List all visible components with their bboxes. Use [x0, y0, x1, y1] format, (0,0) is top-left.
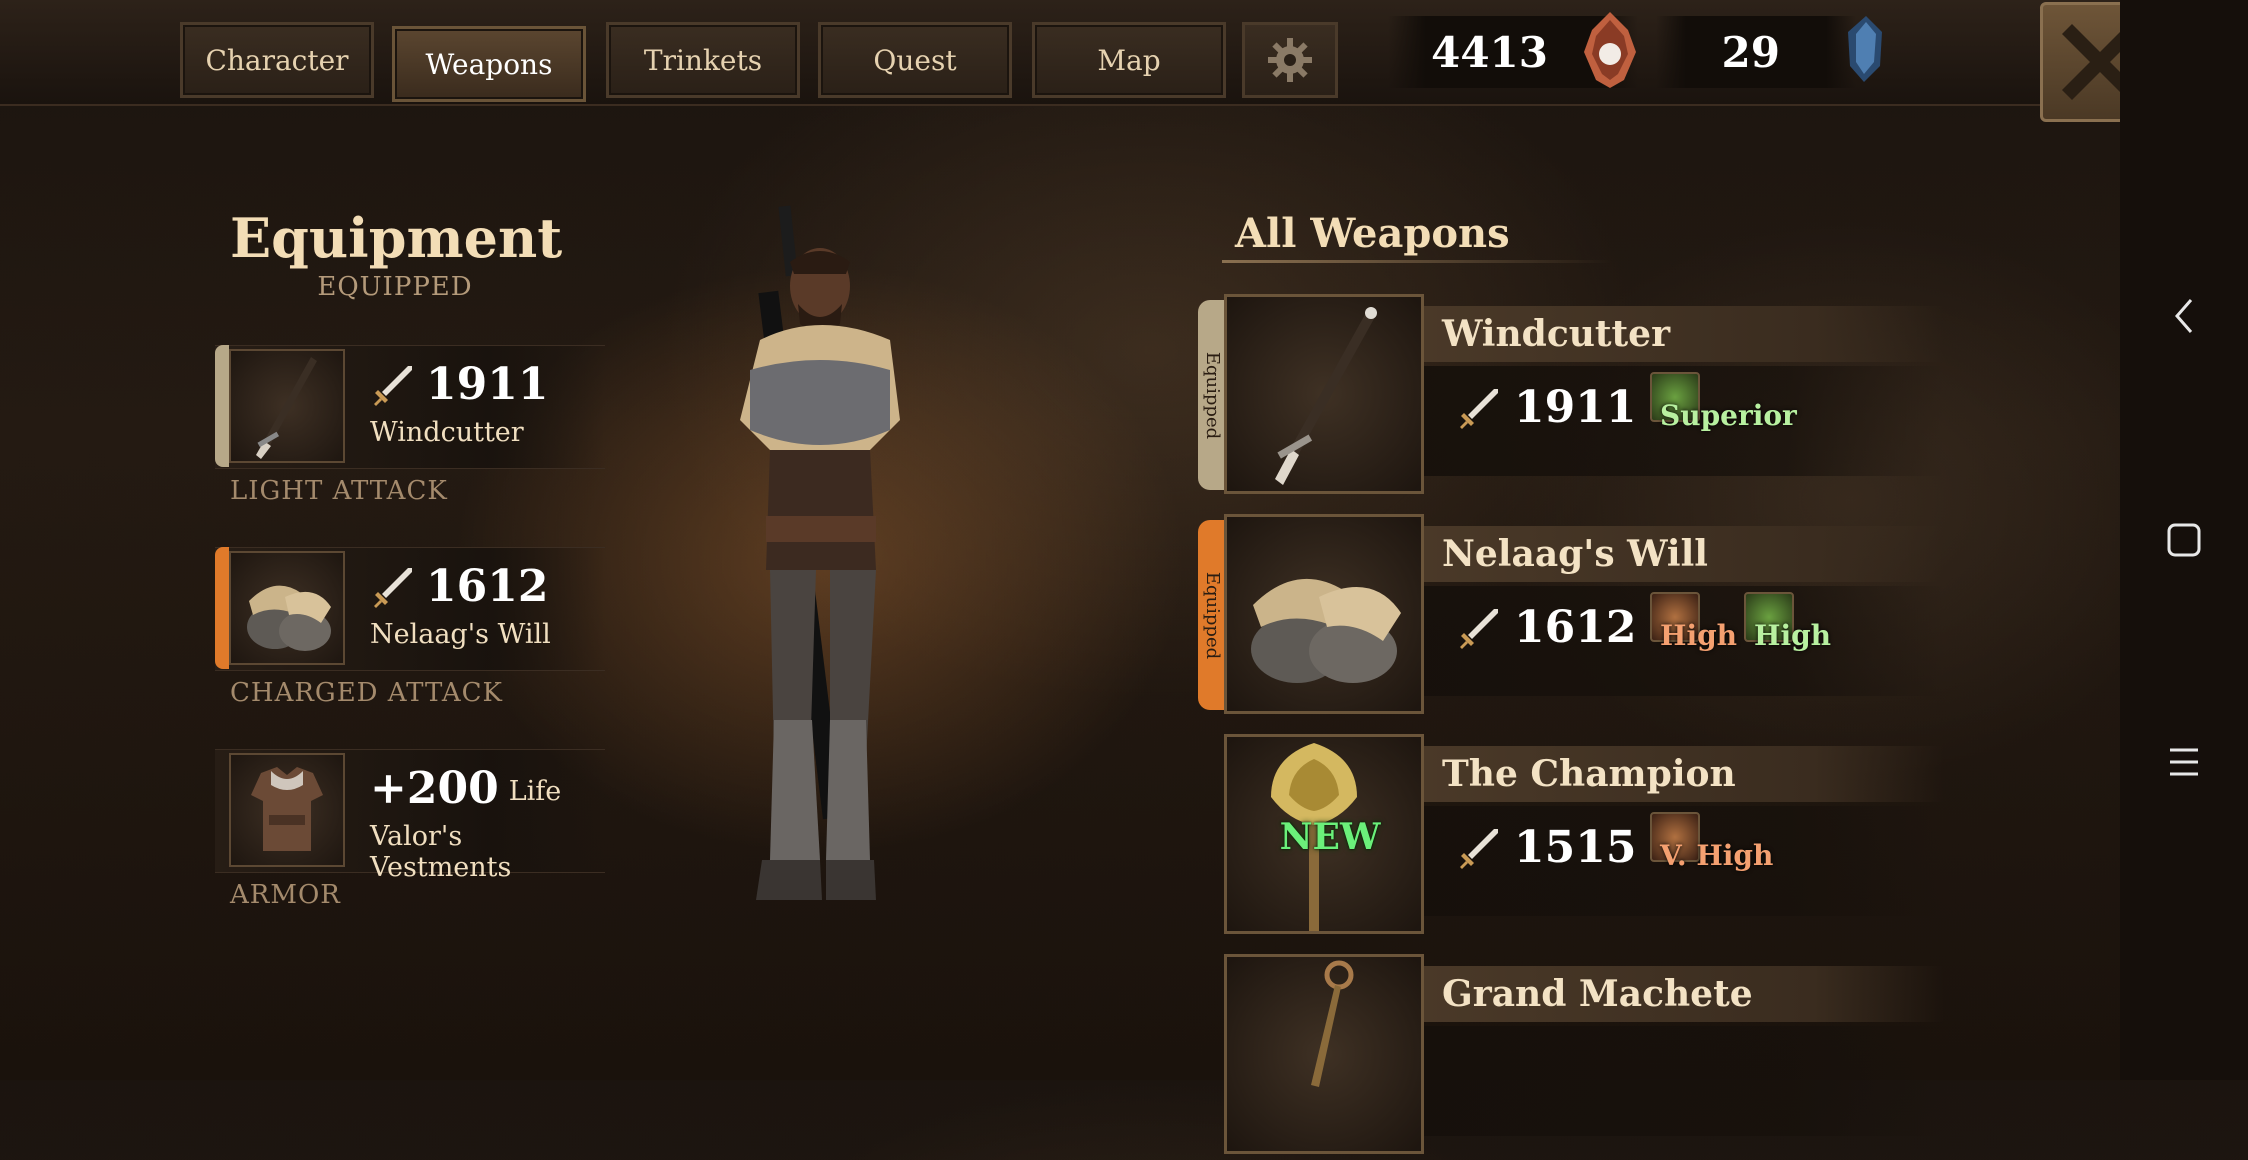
gauntlets-icon — [1251, 578, 1401, 683]
weapon-name: The Champion — [1424, 746, 1944, 802]
tab-character[interactable]: Character — [180, 22, 374, 98]
back-icon — [2175, 299, 2193, 333]
home-icon — [2167, 523, 2201, 557]
perk-text: High — [1754, 619, 1832, 652]
weapon-stat-bar — [1424, 1026, 1944, 1136]
tab-trinkets[interactable]: Trinkets — [606, 22, 800, 98]
settings-button[interactable] — [1242, 22, 1338, 98]
gauntlets-icon — [247, 585, 331, 651]
weapon-power: 1515 — [1456, 822, 1636, 873]
katana-icon — [256, 357, 317, 459]
life-suffix: Life — [508, 776, 562, 807]
equipped-tag-tan — [215, 345, 229, 467]
menu-icon — [2170, 748, 2198, 776]
equipment-slot-light-attack[interactable]: 1911 Windcutter — [215, 345, 605, 469]
weapon-name: Grand Machete — [1424, 966, 1944, 1022]
currency-value: 29 — [1721, 27, 1780, 77]
all-weapons-title: All Weapons — [1235, 210, 1510, 257]
blue-crystal-icon — [1848, 16, 1882, 82]
new-badge: NEW — [1279, 816, 1381, 858]
recents-button[interactable] — [2120, 722, 2248, 802]
equipment-title: Equipment — [230, 206, 563, 270]
perk-text: V. High — [1660, 839, 1774, 872]
nelaags-will-thumbnail — [229, 551, 345, 665]
weapon-name: Nelaag's Will — [1424, 526, 1944, 582]
home-button[interactable] — [2120, 500, 2248, 580]
perk-high-claw: High — [1650, 592, 1737, 652]
back-button[interactable] — [2120, 276, 2248, 356]
soul-gem-icon — [1584, 12, 1636, 88]
tab-label: Map — [1097, 43, 1161, 77]
weapon-card-windcutter[interactable]: Equipped Windcutter 1911 Superior — [1198, 294, 1958, 500]
slot-life-bonus: +200 Life — [370, 763, 562, 814]
sword-icon — [1460, 388, 1498, 429]
gear-icon — [1268, 38, 1312, 82]
nelaags-will-thumbnail — [1224, 514, 1424, 714]
tab-label: Weapons — [425, 47, 553, 81]
equipment-subtitle: EQUIPPED — [317, 272, 473, 302]
perk-text: Superior — [1660, 399, 1797, 432]
weapon-power: 1612 — [1456, 602, 1636, 653]
currency-value: 4413 — [1431, 27, 1548, 77]
sword-icon — [374, 567, 412, 608]
sword-icon — [374, 365, 412, 406]
machete-icon — [1311, 960, 1354, 1087]
tab-label: Quest — [873, 43, 957, 77]
katana-icon — [1275, 307, 1377, 485]
weapon-power: 1911 — [1456, 382, 1636, 433]
perk-superior: Superior — [1650, 372, 1797, 432]
hero-character — [740, 205, 900, 900]
tab-weapons[interactable]: Weapons — [392, 26, 586, 102]
valors-vestments-thumbnail — [229, 753, 345, 867]
armor-icon — [251, 767, 323, 851]
slot-item-name: Nelaag's Will — [370, 619, 551, 650]
slot-item-name: Windcutter — [370, 417, 524, 448]
equipment-slot-armor[interactable]: +200 Life Valor's Vestments — [215, 749, 605, 883]
crystal-currency[interactable]: 29 — [1656, 16, 1856, 88]
armor-label: ARMOR — [230, 880, 341, 910]
light-attack-label: LIGHT ATTACK — [230, 476, 448, 506]
sword-icon — [1460, 828, 1498, 869]
perk-high-leaf: High — [1744, 592, 1831, 652]
tab-quest[interactable]: Quest — [818, 22, 1012, 98]
perk-v-high-claw: V. High — [1650, 812, 1773, 872]
equipped-tag-orange — [215, 547, 229, 669]
charged-attack-label: CHARGED ATTACK — [230, 678, 503, 708]
slot-power: 1911 — [370, 359, 548, 410]
sword-icon — [1460, 608, 1498, 649]
windcutter-thumbnail — [1224, 294, 1424, 494]
title-underline — [1222, 260, 1612, 263]
weapon-card-nelaags-will[interactable]: Equipped Nelaag's Will 1612 High High — [1198, 514, 1958, 720]
grand-machete-thumbnail — [1224, 954, 1424, 1154]
slot-item-name: Valor's Vestments — [370, 821, 512, 883]
perk-text: High — [1660, 619, 1738, 652]
equipment-slot-charged-attack[interactable]: 1612 Nelaag's Will — [215, 547, 605, 671]
slot-power: 1612 — [370, 561, 548, 612]
weapon-name: Windcutter — [1424, 306, 1944, 362]
tab-map[interactable]: Map — [1032, 22, 1226, 98]
windcutter-thumbnail — [229, 349, 345, 463]
tab-label: Trinkets — [643, 43, 763, 77]
tab-label: Character — [205, 43, 349, 77]
weapon-card-grand-machete[interactable]: Grand Machete — [1198, 954, 1958, 1160]
